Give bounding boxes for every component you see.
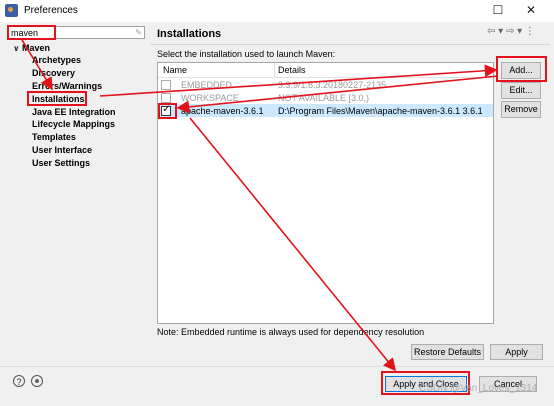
column-divider bbox=[274, 63, 275, 77]
close-button[interactable]: ✕ bbox=[521, 2, 541, 19]
page-title: Installations bbox=[157, 28, 222, 40]
clear-filter-icon[interactable]: ✎ bbox=[135, 28, 142, 37]
row-checkbox[interactable] bbox=[161, 80, 171, 90]
apply-button[interactable]: Apply bbox=[490, 344, 543, 360]
row-checkbox[interactable] bbox=[161, 93, 171, 103]
navigation-arrows-icon[interactable]: ⇦ ▾ ⇨ ▾ ⋮ bbox=[487, 26, 535, 37]
table-cell-details: NOT AVAILABLE [3.0,) bbox=[278, 93, 370, 103]
remove-button[interactable]: Remove bbox=[501, 101, 541, 118]
tree-item-user-interface[interactable]: User Interface bbox=[32, 144, 92, 156]
highlight-installations bbox=[27, 91, 87, 106]
maximize-button[interactable]: ☐ bbox=[488, 2, 508, 19]
installations-prompt: Select the installation used to launch M… bbox=[157, 49, 336, 59]
table-cell-name: apache-maven-3.6.1 bbox=[181, 106, 264, 116]
title-divider bbox=[150, 44, 550, 45]
eclipse-app-icon bbox=[5, 4, 18, 17]
table-cell-name: EMBEDDED bbox=[181, 80, 233, 90]
header-underline bbox=[158, 77, 493, 78]
table-cell-details: D:\Program Files\Maven\apache-maven-3.6.… bbox=[278, 106, 483, 116]
tree-item-discovery[interactable]: Discovery bbox=[32, 67, 75, 79]
collapse-icon[interactable]: ∨ bbox=[13, 44, 20, 53]
highlight-filter bbox=[7, 25, 56, 40]
watermark: CSDN @Van_Loves_1314 bbox=[419, 383, 538, 394]
title-bar: Preferences ☐ ✕ bbox=[0, 0, 554, 22]
tree-item-archetypes[interactable]: Archetypes bbox=[32, 54, 81, 66]
highlight-add bbox=[496, 56, 547, 82]
column-header-name[interactable]: Name bbox=[163, 64, 187, 76]
footer-divider bbox=[0, 366, 554, 367]
tree-item-label: Maven bbox=[22, 43, 51, 53]
preferences-settings-icon[interactable] bbox=[31, 375, 43, 387]
tree-item-lifecycle-mappings[interactable]: Lifecycle Mappings bbox=[32, 118, 115, 130]
tree-item-user-settings[interactable]: User Settings bbox=[32, 157, 90, 169]
table-cell-name: WORKSPACE bbox=[181, 93, 239, 103]
edit-button[interactable]: Edit... bbox=[501, 82, 541, 99]
highlight-checkbox bbox=[158, 103, 177, 119]
embedded-runtime-note: Note: Embedded runtime is always used fo… bbox=[157, 327, 425, 337]
table-cell-details: 3.3.9/1.8.3.20180227-2135 bbox=[278, 80, 387, 90]
help-icon[interactable]: ? bbox=[13, 375, 25, 387]
column-header-details[interactable]: Details bbox=[278, 64, 306, 76]
tree-item-templates[interactable]: Templates bbox=[32, 131, 76, 143]
window-title: Preferences bbox=[24, 5, 78, 16]
restore-defaults-button[interactable]: Restore Defaults bbox=[411, 344, 484, 360]
tree-item-java-ee-integration[interactable]: Java EE Integration bbox=[32, 106, 116, 118]
